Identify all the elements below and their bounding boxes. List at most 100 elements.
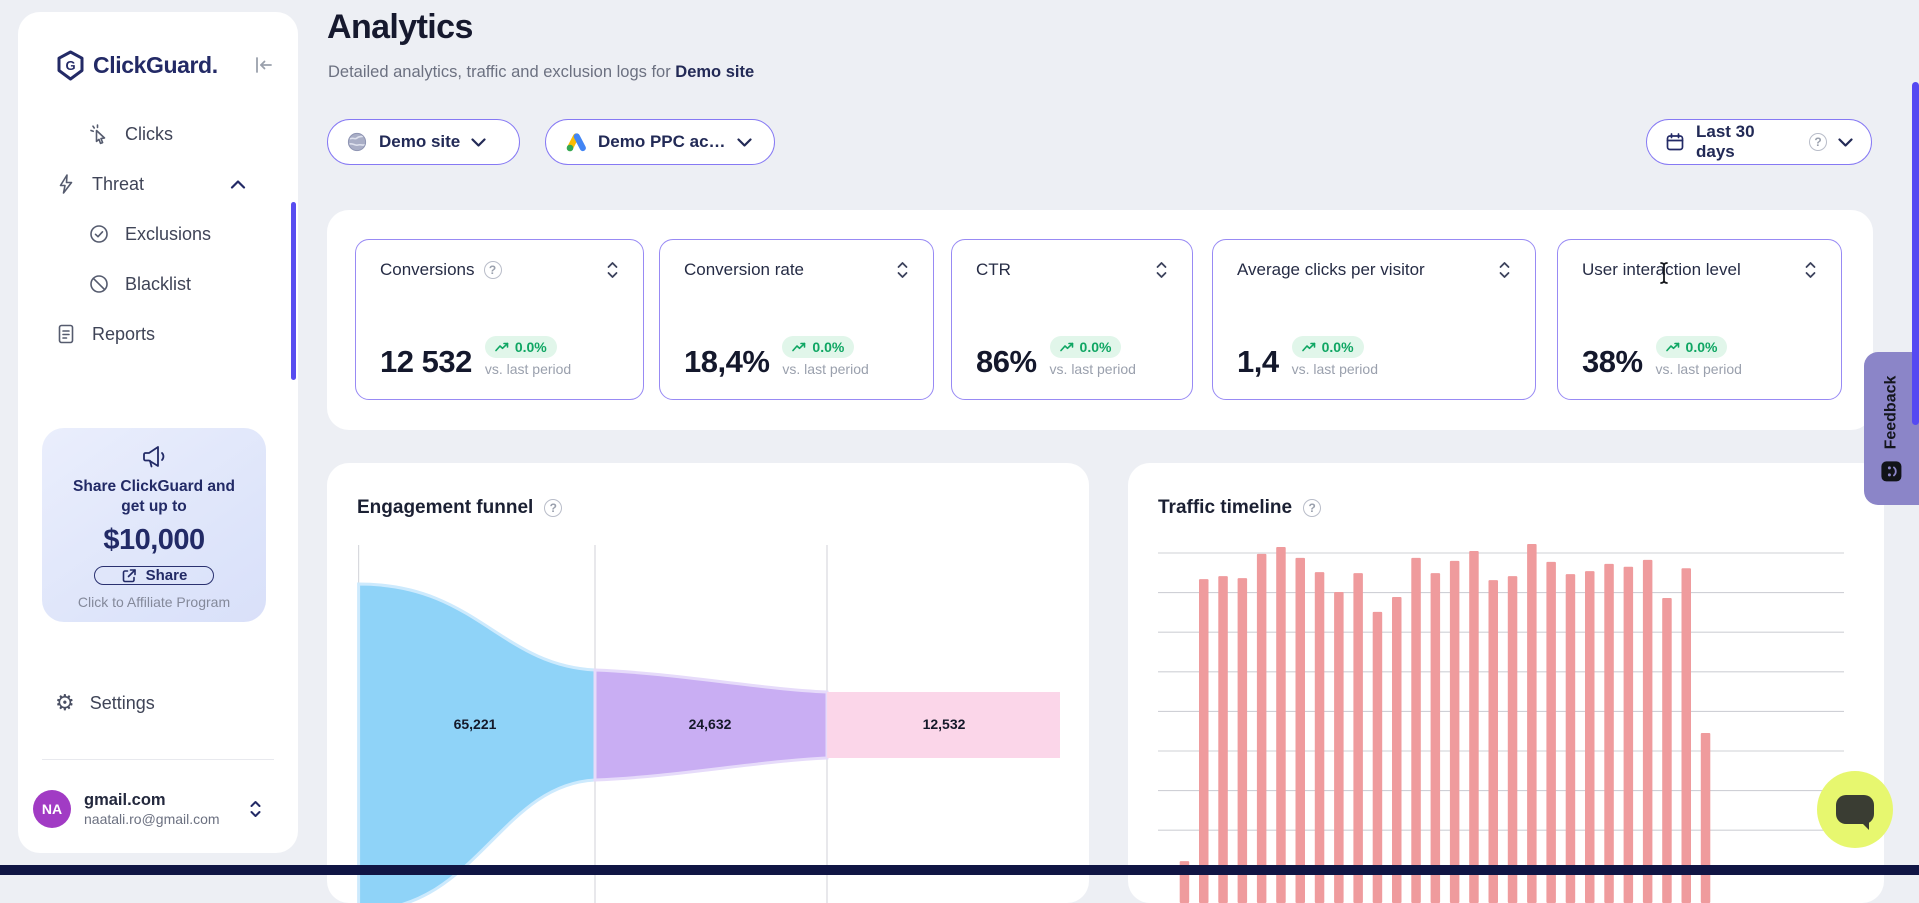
traffic-bar [1373, 612, 1383, 903]
help-icon[interactable]: ? [484, 261, 502, 279]
trend-badge: 0.0% [485, 336, 557, 358]
traffic-bar [1411, 558, 1421, 903]
badge-check-icon [88, 223, 110, 245]
sidebar-item-exclusions[interactable]: Exclusions [18, 209, 298, 259]
sidebar-item-threat[interactable]: Threat [18, 159, 298, 209]
traffic-bar [1392, 597, 1402, 903]
document-icon [55, 323, 77, 345]
traffic-bar [1566, 574, 1576, 903]
sidebar-item-reports[interactable]: Reports [18, 309, 298, 359]
affiliate-link[interactable]: Click to Affiliate Program [78, 594, 230, 610]
share-button-label: Share [146, 567, 188, 584]
globe-icon [346, 131, 368, 153]
feedback-label: Feedback [1883, 375, 1901, 449]
brand-name: ClickGuard. [93, 52, 218, 79]
date-range-value: Last 30 days [1696, 122, 1798, 162]
traffic-chart-title: Traffic timeline [1158, 497, 1292, 519]
kpi-compare-label: vs. last period [1292, 361, 1378, 377]
expand-chevrons-icon[interactable] [249, 800, 262, 818]
trend-up-icon [792, 342, 806, 352]
feedback-smiley-icon [1881, 460, 1903, 482]
engagement-funnel-card: Engagement funnel ? 65,221 24,632 12,532 [327, 463, 1089, 903]
traffic-bar [1546, 562, 1556, 903]
help-icon[interactable]: ? [1303, 499, 1321, 517]
metric-sort-icon[interactable] [896, 261, 909, 279]
kpi-compare-label: vs. last period [1656, 361, 1742, 377]
kpi-value: 18,4% [684, 346, 769, 377]
share-button[interactable]: Share [94, 566, 215, 585]
page-scrollbar-thumb[interactable] [1912, 82, 1919, 425]
funnel-value-label: 12,532 [923, 716, 966, 732]
kpi-compare-label: vs. last period [485, 361, 571, 377]
metric-sort-icon[interactable] [1498, 261, 1511, 279]
traffic-bar [1431, 573, 1441, 903]
funnel-chart: 65,221 24,632 12,532 [327, 463, 1089, 903]
page-subtitle: Detailed analytics, traffic and exclusio… [328, 63, 754, 82]
account-switcher[interactable]: NA gmail.com naatali.ro@gmail.com [33, 778, 284, 840]
trend-badge: 0.0% [1656, 336, 1728, 358]
traffic-bar [1508, 576, 1518, 903]
user-info: gmail.com naatali.ro@gmail.com [84, 790, 220, 828]
kpi-value: 12 532 [380, 346, 472, 377]
settings-label: Settings [90, 693, 155, 714]
subtitle-site-name: Demo site [675, 63, 754, 81]
funnel-chart-title: Engagement funnel [357, 497, 533, 519]
chevron-down-icon [1838, 138, 1853, 147]
traffic-bar [1238, 578, 1248, 903]
calendar-icon [1665, 132, 1685, 152]
affiliate-promo-card[interactable]: Share ClickGuard and get up to $10,000 S… [42, 428, 266, 622]
kpi-card-conversion-rate: Conversion rate 18,4% 0.0% vs. last peri… [659, 239, 934, 400]
svg-text:G: G [65, 58, 75, 73]
cursor-click-icon [88, 123, 110, 145]
metric-sort-icon[interactable] [1155, 261, 1168, 279]
kpi-title: Conversions [380, 260, 475, 280]
chevron-down-icon [737, 138, 752, 147]
sidebar-collapse-icon[interactable] [253, 55, 274, 75]
kpi-card-avg-clicks: Average clicks per visitor 1,4 0.0% vs. … [1212, 239, 1536, 400]
date-range-selector[interactable]: Last 30 days ? [1646, 119, 1872, 165]
trend-up-icon [495, 342, 509, 352]
kpi-compare-label: vs. last period [782, 361, 868, 377]
site-selector[interactable]: Demo site [327, 119, 520, 165]
kpi-title: CTR [976, 260, 1011, 280]
gear-icon: ⚙ [55, 692, 75, 714]
metric-sort-icon[interactable] [606, 261, 619, 279]
funnel-stage-visitors [359, 584, 595, 903]
traffic-timeline-card: Traffic timeline ? [1128, 463, 1884, 903]
sidebar-scroll-indicator[interactable] [291, 202, 296, 380]
traffic-bar [1296, 558, 1306, 903]
chevron-up-icon[interactable] [230, 180, 246, 189]
user-email: naatali.ro@gmail.com [84, 811, 220, 829]
help-icon[interactable]: ? [1809, 133, 1827, 151]
traffic-bar [1624, 567, 1634, 903]
chat-launcher-button[interactable] [1817, 771, 1893, 848]
traffic-bar [1585, 571, 1595, 903]
clickguard-shield-icon: G [57, 50, 84, 81]
traffic-bar [1257, 554, 1267, 903]
metric-sort-icon[interactable] [1804, 261, 1817, 279]
ban-icon [88, 273, 110, 295]
kpi-title: Average clicks per visitor [1237, 260, 1425, 280]
traffic-bar [1334, 592, 1344, 903]
traffic-bar [1682, 568, 1692, 903]
sidebar-item-settings[interactable]: ⚙ Settings [18, 678, 298, 728]
traffic-bar [1218, 576, 1228, 903]
kpi-card-user-interaction: User interaction level 38% 0.0% vs. last… [1557, 239, 1842, 400]
sidebar-item-label: Reports [92, 324, 155, 345]
trend-up-icon [1302, 342, 1316, 352]
sidebar-item-label: Exclusions [125, 224, 211, 245]
kpi-value: 1,4 [1237, 346, 1279, 377]
sidebar-item-blacklist[interactable]: Blacklist [18, 259, 298, 309]
google-ads-icon [564, 132, 587, 153]
feedback-tab[interactable]: Feedback [1864, 352, 1919, 505]
chat-bubble-icon [1836, 795, 1874, 824]
kpi-panel: Conversions ? 12 532 0.0% vs. last perio… [327, 210, 1873, 430]
ppc-account-value: Demo PPC ac… [598, 132, 726, 152]
kpi-value: 86% [976, 346, 1037, 377]
trend-up-icon [1060, 342, 1074, 352]
ppc-account-selector[interactable]: Demo PPC ac… [545, 119, 775, 165]
help-icon[interactable]: ? [544, 499, 562, 517]
avatar: NA [33, 790, 71, 828]
sidebar-divider [42, 759, 274, 760]
sidebar-item-clicks[interactable]: Clicks [18, 109, 298, 159]
